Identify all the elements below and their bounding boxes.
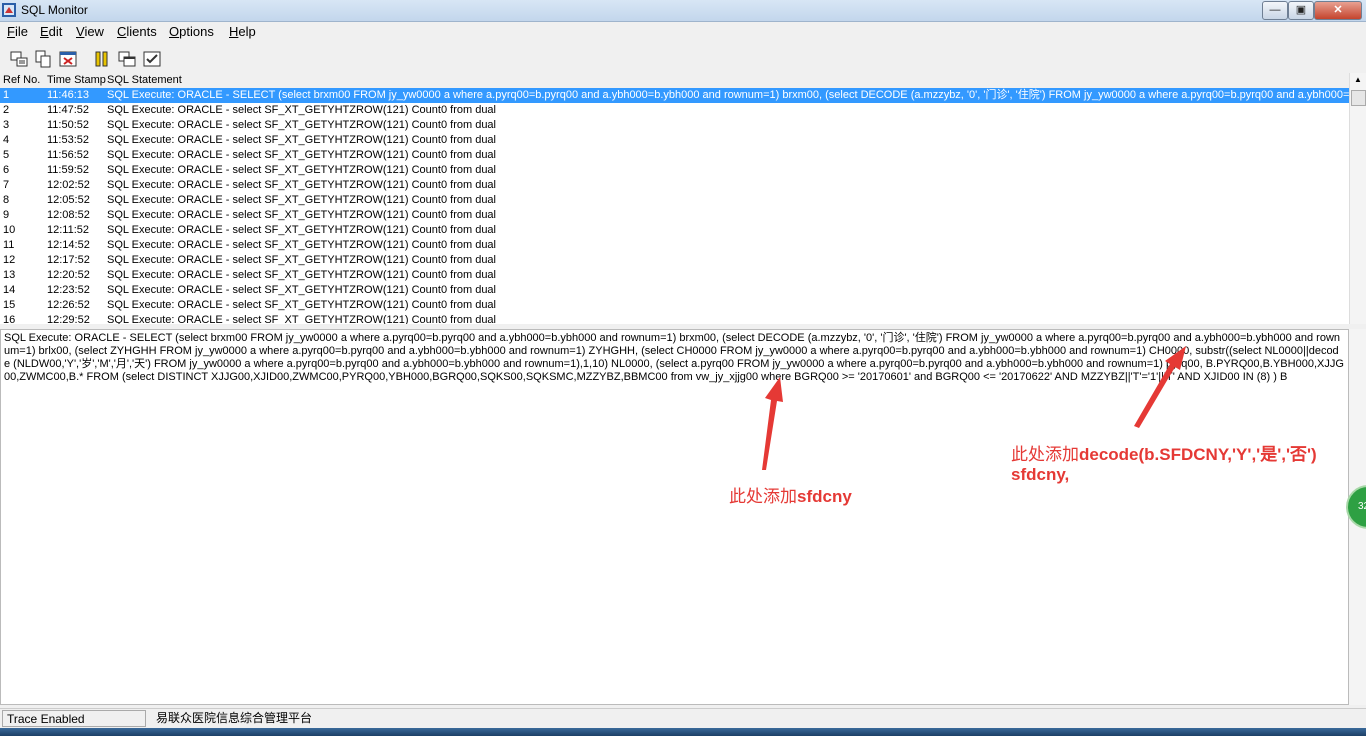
annotation-arrows — [762, 346, 1186, 470]
annotation-1: 此处添加sfdcny — [729, 482, 852, 507]
annotation-2-prefix: 此处添加 — [1011, 445, 1079, 464]
annotation-2-line2-text: sfdcny, — [1011, 465, 1070, 484]
taskbar — [0, 728, 1366, 736]
annotation-2: 此处添加decode(b.SFDCNY,'Y','是','否') — [1011, 440, 1317, 465]
annotation-2-keyword: decode(b.SFDCNY,'Y','是','否') — [1079, 445, 1317, 464]
status-trace: Trace Enabled — [2, 710, 146, 727]
status-info: 易联众医院信息综合管理平台 — [156, 711, 313, 725]
status-bar: Trace Enabled 易联众医院信息综合管理平台 — [0, 708, 1366, 729]
arrow-1-icon — [762, 377, 783, 470]
arrow-2-icon — [1134, 346, 1186, 428]
annotation-1-prefix: 此处添加 — [729, 487, 797, 506]
annotation-2-line2: sfdcny, — [1011, 465, 1069, 485]
annotation-1-keyword: sfdcny — [797, 487, 852, 506]
